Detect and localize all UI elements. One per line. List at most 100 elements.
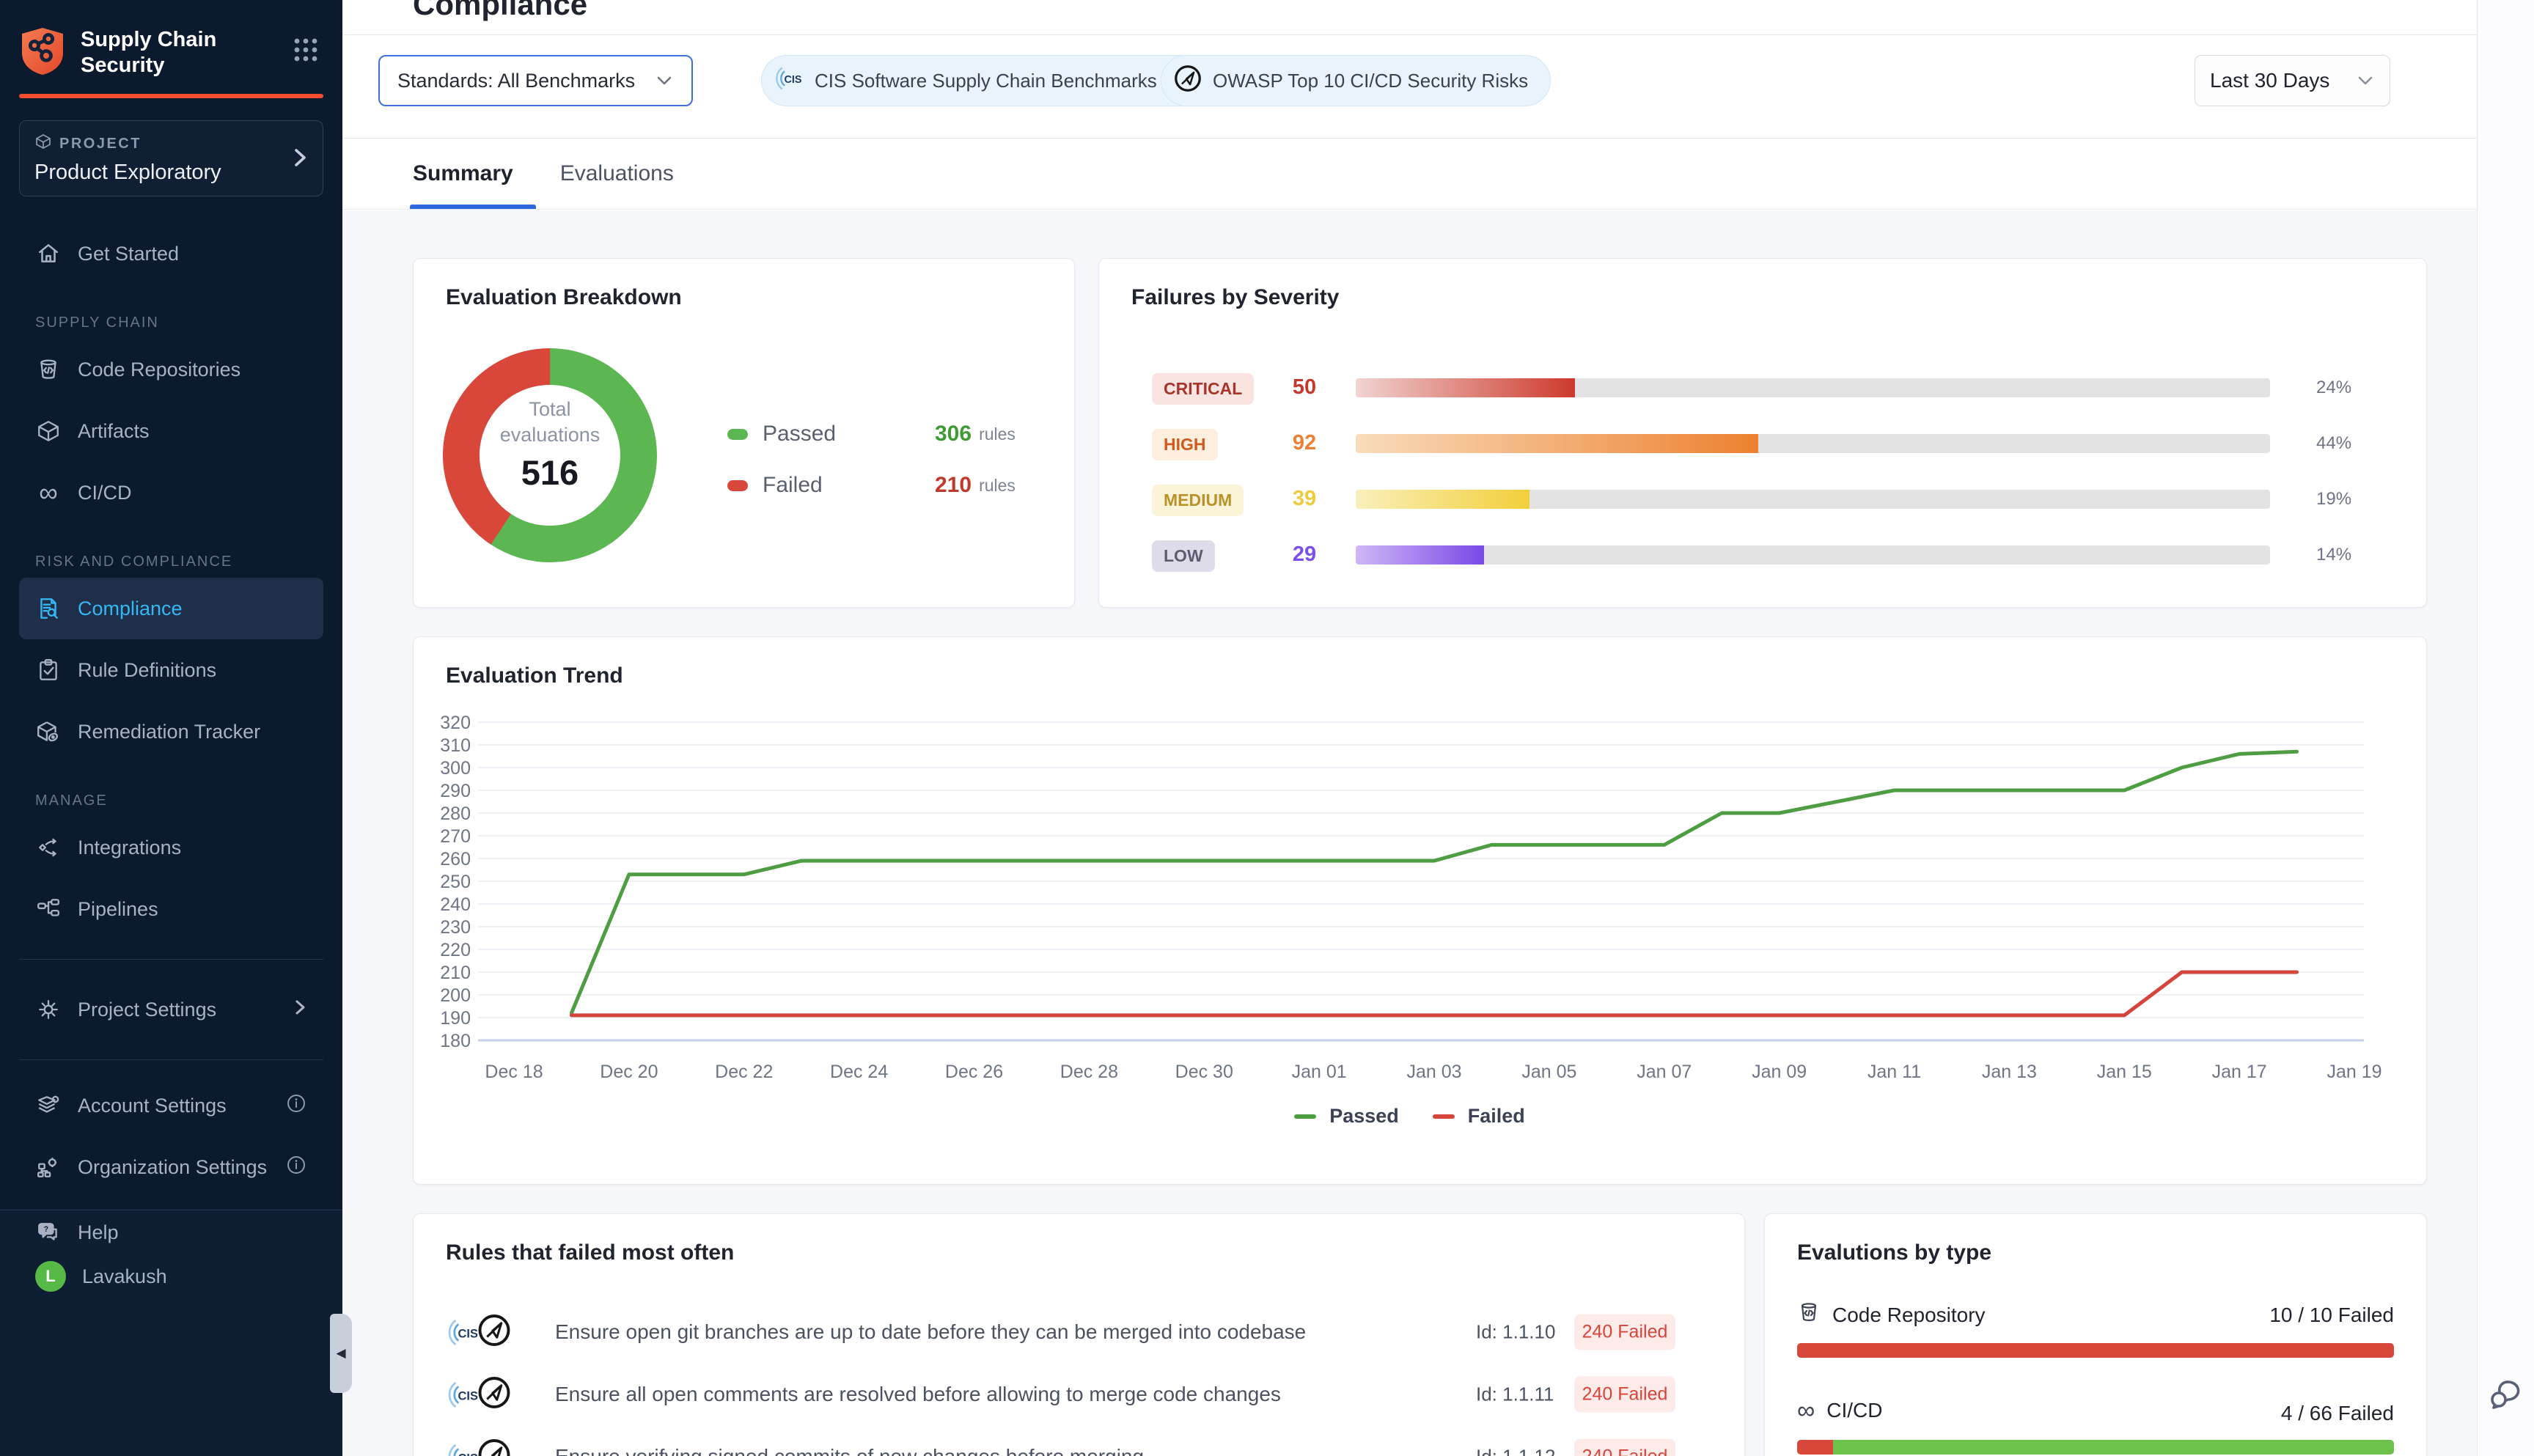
sidebar-item-compliance[interactable]: Compliance bbox=[19, 578, 323, 639]
svg-text:Jan 15: Jan 15 bbox=[2097, 1062, 2152, 1082]
shield-logo-icon bbox=[19, 26, 66, 80]
main-area: Compliance Standards: All Benchmarks CIS… bbox=[342, 0, 2477, 1456]
rule-standard-icons: CIS bbox=[446, 1375, 512, 1414]
cis-logo-icon: CIS bbox=[446, 1439, 481, 1456]
project-selector[interactable]: PROJECT Product Exploratory bbox=[19, 120, 323, 196]
severity-percent: 24% bbox=[2316, 378, 2351, 398]
rule-id: Id: 1.1.10 bbox=[1476, 1321, 1555, 1344]
severity-percent: 44% bbox=[2316, 433, 2351, 454]
sidebar-collapse-handle[interactable]: ◀ bbox=[330, 1314, 352, 1393]
sidebar-item-user[interactable]: L Lavakush bbox=[19, 1254, 342, 1298]
sidebar-item-remediation-tracker[interactable]: Remediation Tracker bbox=[19, 701, 323, 762]
donut-legend: Passed 306 rules Failed 210 rules bbox=[727, 420, 1016, 523]
cis-logo-icon: CIS bbox=[446, 1315, 481, 1350]
rule-text: Ensure all open comments are resolved be… bbox=[555, 1383, 1281, 1406]
sidebar-item-project-settings[interactable]: Project Settings bbox=[19, 979, 323, 1040]
svg-text:180: 180 bbox=[440, 1031, 471, 1051]
svg-text:260: 260 bbox=[440, 849, 471, 869]
svg-text:250: 250 bbox=[440, 872, 471, 892]
sidebar-item-cicd[interactable]: ∞ CI/CD bbox=[19, 462, 323, 523]
severity-badge: LOW bbox=[1152, 540, 1215, 572]
owasp-logo-icon bbox=[477, 1438, 512, 1456]
sidebar-item-artifacts[interactable]: Artifacts bbox=[19, 400, 323, 462]
svg-text:Dec 20: Dec 20 bbox=[600, 1062, 658, 1082]
trend-line-chart: 1801902002102202302402502602702802903003… bbox=[414, 637, 2428, 1185]
evaluations-donut-chart: Total evaluations 516 bbox=[443, 348, 657, 562]
code-repository-icon bbox=[35, 357, 62, 382]
card-title: Evalutions by type bbox=[1797, 1240, 1991, 1265]
card-title: Evaluation Trend bbox=[446, 663, 623, 688]
severity-badge: MEDIUM bbox=[1152, 485, 1244, 516]
project-label: PROJECT bbox=[59, 136, 142, 152]
tab-evaluations[interactable]: Evaluations bbox=[560, 161, 674, 186]
svg-text:Jan 05: Jan 05 bbox=[1521, 1062, 1576, 1082]
severity-row-low: LOW 29 14% bbox=[1099, 536, 2426, 574]
svg-text:Jan 13: Jan 13 bbox=[1982, 1062, 2037, 1082]
severity-row-critical: CRITICAL 50 24% bbox=[1099, 369, 2426, 407]
svg-text:Jan 01: Jan 01 bbox=[1292, 1062, 1347, 1082]
info-icon[interactable] bbox=[285, 1154, 307, 1181]
rule-text: Ensure open git branches are up to date … bbox=[555, 1320, 1306, 1344]
sidebar-item-get-started[interactable]: Get Started bbox=[19, 223, 323, 284]
severity-bar bbox=[1356, 490, 2270, 509]
svg-text:290: 290 bbox=[440, 781, 471, 801]
rule-standard-icons: CIS bbox=[446, 1313, 512, 1352]
owasp-logo-icon bbox=[477, 1375, 512, 1414]
code-repository-icon bbox=[1797, 1301, 1821, 1329]
page-title: Compliance bbox=[413, 0, 587, 22]
failed-count: 210 bbox=[935, 473, 972, 498]
severity-row-high: HIGH 92 44% bbox=[1099, 424, 2426, 463]
svg-text:320: 320 bbox=[440, 713, 471, 733]
tab-summary[interactable]: Summary bbox=[413, 161, 513, 186]
svg-text:190: 190 bbox=[440, 1008, 471, 1029]
type-progress-bar bbox=[1797, 1343, 2394, 1358]
pipelines-icon bbox=[35, 897, 62, 922]
sidebar-item-code-repositories[interactable]: Code Repositories bbox=[19, 339, 323, 400]
failed-pill-icon bbox=[727, 480, 748, 491]
rule-row[interactable]: CIS Ensure all open comments are resolve… bbox=[414, 1363, 1744, 1426]
active-tab-underline bbox=[410, 205, 536, 209]
passed-pill-icon bbox=[727, 429, 748, 440]
total-evaluations-value: 516 bbox=[521, 452, 579, 493]
infinity-icon: ∞ bbox=[35, 485, 62, 500]
svg-text:Dec 26: Dec 26 bbox=[945, 1062, 1003, 1082]
type-row-cicd: ∞ CI/CD bbox=[1797, 1399, 1882, 1422]
sidebar-item-integrations[interactable]: Integrations bbox=[19, 817, 323, 878]
svg-text:Jan 11: Jan 11 bbox=[1868, 1062, 1921, 1082]
app-grid-icon[interactable] bbox=[291, 35, 320, 68]
svg-text:CIS: CIS bbox=[458, 1327, 479, 1340]
divider bbox=[19, 959, 323, 960]
chevron-down-icon bbox=[2356, 69, 2375, 92]
rule-row[interactable]: CIS Ensure verifying signed commits of n… bbox=[414, 1425, 1744, 1456]
card-title: Failures by Severity bbox=[1131, 285, 1339, 310]
sidebar-item-account-settings[interactable]: Account Settings bbox=[19, 1075, 323, 1136]
home-icon bbox=[35, 241, 62, 266]
sidebar-item-help[interactable]: ? Help bbox=[19, 1210, 342, 1254]
filter-bar: Standards: All Benchmarks CIS CIS Softwa… bbox=[342, 35, 2477, 139]
cis-logo-icon: CIS bbox=[446, 1377, 481, 1412]
type-failed-count: 4 / 66 Failed bbox=[2281, 1402, 2394, 1425]
benchmark-chip-cis[interactable]: CIS CIS Software Supply Chain Benchmarks… bbox=[761, 55, 1211, 106]
standards-filter-dropdown[interactable]: Standards: All Benchmarks bbox=[378, 55, 693, 106]
org-gear-icon bbox=[35, 1155, 62, 1180]
type-failed-count: 10 / 10 Failed bbox=[2269, 1304, 2394, 1327]
benchmark-chip-owasp[interactable]: OWASP Top 10 CI/CD Security Risks bbox=[1161, 55, 1551, 106]
rule-text: Ensure verifying signed commits of new c… bbox=[555, 1445, 1144, 1456]
severity-bar bbox=[1356, 434, 2270, 453]
sidebar-item-rule-definitions[interactable]: Rule Definitions bbox=[19, 639, 323, 701]
rule-failed-badge: 240 Failed bbox=[1574, 1315, 1675, 1350]
chat-bubbles-icon[interactable] bbox=[2486, 1372, 2527, 1417]
svg-text:Jan 03: Jan 03 bbox=[1406, 1062, 1461, 1082]
severity-percent: 19% bbox=[2316, 489, 2351, 510]
chevron-left-icon: ◀ bbox=[336, 1346, 345, 1361]
date-range-dropdown[interactable]: Last 30 Days bbox=[2195, 55, 2390, 106]
info-icon[interactable] bbox=[285, 1092, 307, 1119]
legend-failed-row: Failed 210 rules bbox=[727, 471, 1016, 499]
sidebar-item-organization-settings[interactable]: Organization Settings bbox=[19, 1136, 323, 1198]
svg-text:Jan 17: Jan 17 bbox=[2212, 1062, 2267, 1082]
rule-row[interactable]: CIS Ensure open git branches are up to d… bbox=[414, 1301, 1744, 1364]
sidebar-item-pipelines[interactable]: Pipelines bbox=[19, 878, 323, 940]
evaluation-trend-card: 1801902002102202302402502602702802903003… bbox=[413, 636, 2427, 1185]
type-row-code-repository: Code Repository bbox=[1797, 1301, 1986, 1329]
svg-text:Jan 09: Jan 09 bbox=[1752, 1062, 1807, 1082]
